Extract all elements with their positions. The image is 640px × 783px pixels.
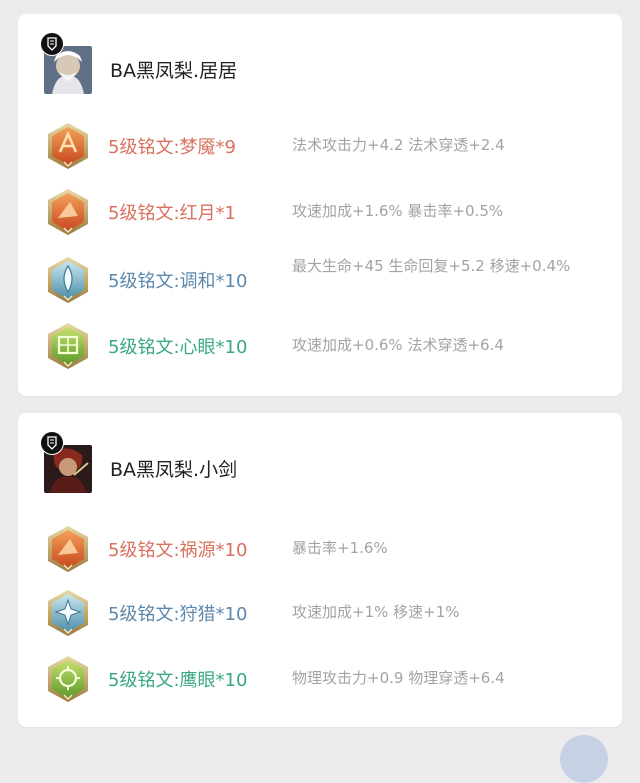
rune-name: 5级铭文:梦魇*9 <box>108 137 236 158</box>
hero-avatar[interactable] <box>40 431 94 493</box>
team-badge-icon <box>40 32 64 56</box>
rune-description: 物理攻击力+0.9 物理穿透+6.4 <box>292 669 505 687</box>
rune-description: 攻速加成+0.6% 法术穿透+6.4 <box>292 336 504 354</box>
floating-action-button[interactable] <box>560 735 608 783</box>
rune-name: 5级铭文:祸源*10 <box>108 540 248 561</box>
rune-name: 5级铭文:心眼*10 <box>108 337 248 358</box>
rune-row: 5级铭文:祸源*10 暴击率+1.6% <box>18 519 622 575</box>
rune-description: 攻速加成+1% 移速+1% <box>292 603 460 621</box>
hero-avatar[interactable] <box>40 32 94 94</box>
hunt-rune-icon <box>48 590 88 636</box>
hero-card: BA黑凤梨.小剑 5级铭文:祸源*10 暴击率+1.6% 5级铭文:狩猎*10 … <box>18 413 622 727</box>
rune-name: 5级铭文:狩猎*10 <box>108 604 248 625</box>
rune-row: 5级铭文:梦魇*9 法术攻击力+4.2 法术穿透+2.4 <box>18 116 622 172</box>
rune-name: 5级铭文:红月*1 <box>108 203 236 224</box>
hero-name: BA黑凤梨.小剑 <box>110 459 238 481</box>
rune-name: 5级铭文:鹰眼*10 <box>108 670 248 691</box>
calamity-rune-icon <box>48 526 88 572</box>
mind-eye-rune-icon <box>48 323 88 369</box>
rune-description: 法术攻击力+4.2 法术穿透+2.4 <box>292 136 505 154</box>
hero-name: BA黑凤梨.居居 <box>110 60 238 82</box>
rune-description: 最大生命+45 生命回复+5.2 移速+0.4% <box>292 257 571 275</box>
rune-row: 5级铭文:心眼*10 攻速加成+0.6% 法术穿透+6.4 <box>18 316 622 372</box>
rune-row: 5级铭文:鹰眼*10 物理攻击力+0.9 物理穿透+6.4 <box>18 649 622 705</box>
hero-card: BA黑凤梨.居居 5级铭文:梦魇*9 法术攻击力+4.2 法术穿透+2.4 5级… <box>18 14 622 396</box>
team-badge-icon <box>40 431 64 455</box>
red-moon-rune-icon <box>48 189 88 235</box>
rune-row: 5级铭文:调和*10 最大生命+45 生命回复+5.2 移速+0.4% <box>18 250 622 306</box>
rune-row: 5级铭文:红月*1 攻速加成+1.6% 暴击率+0.5% <box>18 182 622 238</box>
rune-name: 5级铭文:调和*10 <box>108 271 248 292</box>
harmony-rune-icon <box>48 257 88 303</box>
nightmare-rune-icon <box>48 123 88 169</box>
hawk-eye-rune-icon <box>48 656 88 702</box>
rune-description: 暴击率+1.6% <box>292 539 388 557</box>
rune-description: 攻速加成+1.6% 暴击率+0.5% <box>292 202 504 220</box>
rune-row: 5级铭文:狩猎*10 攻速加成+1% 移速+1% <box>18 583 622 639</box>
